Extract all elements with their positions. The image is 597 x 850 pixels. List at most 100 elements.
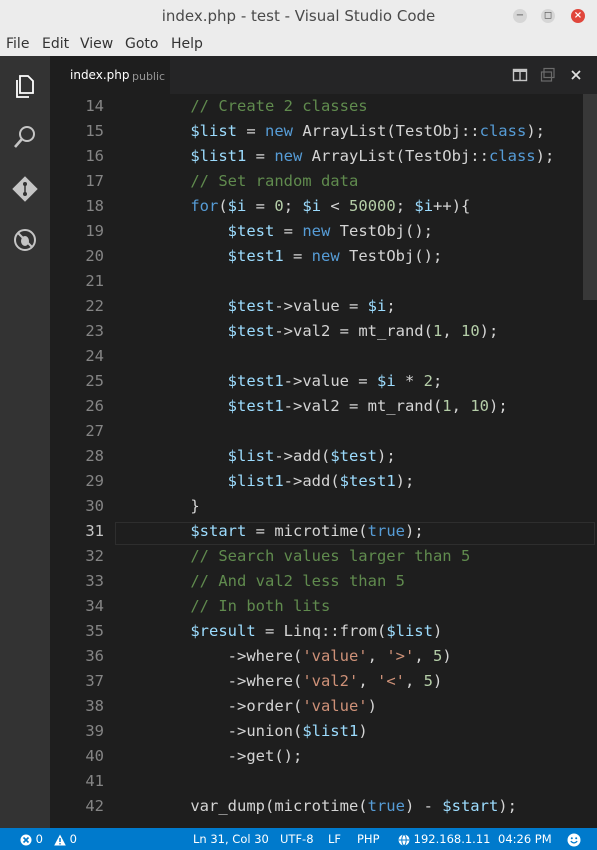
- close-icon[interactable]: [568, 67, 584, 83]
- code-token: $list: [386, 622, 433, 640]
- language-mode[interactable]: PHP: [357, 828, 380, 850]
- code-text: $start = microtime(true);: [153, 522, 423, 540]
- code-token: true: [367, 797, 405, 815]
- code-line[interactable]: 38 ->order('value'): [50, 695, 597, 720]
- line-ending[interactable]: LF: [328, 828, 341, 850]
- code-line[interactable]: 39 ->union($list1): [50, 720, 597, 745]
- minimize-button[interactable]: −: [513, 9, 527, 23]
- tab-filename: index.php: [70, 68, 130, 82]
- code-line[interactable]: 21: [50, 270, 597, 295]
- code-token: ;: [386, 297, 396, 315]
- code-text: $test1 = new TestObj();: [153, 247, 443, 265]
- menu-edit[interactable]: Edit: [42, 32, 69, 56]
- code-line[interactable]: 36 ->where('value', '>', 5): [50, 645, 597, 670]
- code-token: 'value': [302, 647, 368, 665]
- code-line[interactable]: 17 // Set random data: [50, 170, 597, 195]
- encoding[interactable]: UTF-8: [280, 828, 314, 850]
- code-line[interactable]: 25 $test1->value = $i * 2;: [50, 370, 597, 395]
- code-line[interactable]: 26 $test1->val2 = mt_rand(1, 10);: [50, 395, 597, 420]
- code-line[interactable]: 29 $list1->add($test1);: [50, 470, 597, 495]
- code-line[interactable]: 23 $test->val2 = mt_rand(1, 10);: [50, 320, 597, 345]
- code-token: ->add(: [274, 447, 331, 465]
- problems-indicator[interactable]: 0 0: [20, 828, 77, 850]
- cursor-position[interactable]: Ln 31, Col 30: [193, 828, 269, 850]
- code-text: $test1->value = $i * 2;: [153, 372, 443, 390]
- code-line[interactable]: 16 $list1 = new ArrayList(TestObj::class…: [50, 145, 597, 170]
- code-text: // Search values larger than 5: [153, 547, 470, 565]
- smiley-icon[interactable]: [567, 828, 581, 850]
- code-token: // Set random data: [190, 172, 359, 190]
- error-count: 0: [35, 832, 43, 846]
- line-number: 41: [85, 772, 104, 790]
- code-line[interactable]: 37 ->where('val2', '<', 5): [50, 670, 597, 695]
- code-line[interactable]: 22 $test->value = $i;: [50, 295, 597, 320]
- code-line[interactable]: 27: [50, 420, 597, 445]
- remote-host[interactable]: 192.168.1.11: [398, 828, 490, 850]
- split-editor-icon[interactable]: [512, 67, 528, 83]
- code-token: ,: [367, 647, 387, 665]
- code-line[interactable]: 41: [50, 770, 597, 795]
- code-line[interactable]: 19 $test = new TestObj();: [50, 220, 597, 245]
- code-token: '<': [376, 672, 405, 690]
- code-line[interactable]: 18 for($i = 0; $i < 50000; $i++){: [50, 195, 597, 220]
- code-line[interactable]: 15 $list = new ArrayList(TestObj::class)…: [50, 120, 597, 145]
- code-line[interactable]: 33 // And val2 less than 5: [50, 570, 597, 595]
- code-line[interactable]: 24: [50, 345, 597, 370]
- code-token: $test: [227, 297, 275, 315]
- code-token: true: [367, 522, 405, 540]
- menu-goto[interactable]: Goto: [125, 32, 158, 56]
- menu-help[interactable]: Help: [171, 32, 203, 56]
- code-token: 1: [432, 322, 443, 340]
- code-token: ->add(: [283, 472, 340, 490]
- code-text: $test->val2 = mt_rand(1, 10);: [153, 322, 499, 340]
- code-token: ,: [358, 672, 377, 690]
- code-token: ++){: [433, 197, 471, 215]
- open-changes-icon[interactable]: [540, 67, 556, 83]
- code-token: );: [395, 472, 415, 490]
- code-line[interactable]: 35 $result = Linq::from($list): [50, 620, 597, 645]
- search-icon[interactable]: [12, 124, 38, 150]
- code-token: $test1: [227, 372, 284, 390]
- code-line[interactable]: 28 $list->add($test);: [50, 445, 597, 470]
- code-token: $start: [190, 522, 247, 540]
- code-token: ) -: [404, 797, 443, 815]
- code-token: // Create 2 classes: [190, 97, 368, 115]
- code-token: class: [488, 147, 536, 165]
- code-token: = microtime(: [246, 522, 368, 540]
- code-token: $test1: [227, 397, 284, 415]
- menu-view[interactable]: View: [80, 32, 113, 56]
- code-line[interactable]: 32 // Search values larger than 5: [50, 545, 597, 570]
- tab-index-php[interactable]: index.php public: [50, 56, 170, 94]
- code-token: $i: [227, 197, 247, 215]
- code-line[interactable]: 40 ->get();: [50, 745, 597, 770]
- explorer-icon[interactable]: [12, 73, 38, 99]
- code-token: );: [488, 397, 508, 415]
- code-text: $test->value = $i;: [153, 297, 396, 315]
- code-line[interactable]: 20 $test1 = new TestObj();: [50, 245, 597, 270]
- debug-icon[interactable]: [12, 227, 38, 253]
- code-token: $i: [376, 372, 396, 390]
- code-text: // And val2 less than 5: [153, 572, 405, 590]
- maximize-button[interactable]: ◻: [541, 9, 555, 23]
- code-token: =: [283, 247, 312, 265]
- menu-file[interactable]: File: [6, 32, 29, 56]
- code-line[interactable]: 42 var_dump(microtime(true) - $start);: [50, 795, 597, 820]
- menu-bar: File Edit View Goto Help: [0, 32, 597, 56]
- code-token: ->where(: [153, 647, 303, 665]
- code-line[interactable]: 14 // Create 2 classes: [50, 95, 597, 120]
- code-token: 'value': [302, 697, 368, 715]
- code-line[interactable]: 31 $start = microtime(true);: [50, 520, 597, 545]
- git-icon[interactable]: [12, 176, 38, 202]
- code-line[interactable]: 30 }: [50, 495, 597, 520]
- close-window-button[interactable]: ×: [571, 9, 585, 23]
- code-token: $test1: [227, 247, 284, 265]
- code-editor[interactable]: 14 // Create 2 classes 15 $list = new Arr…: [50, 94, 597, 828]
- code-line[interactable]: 34 // In both lits: [50, 595, 597, 620]
